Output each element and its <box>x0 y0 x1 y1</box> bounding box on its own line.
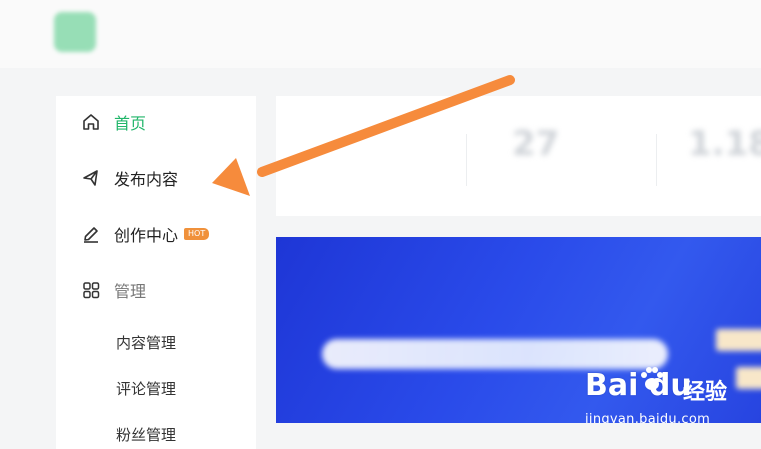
sidebar-item-publish[interactable]: 发布内容 <box>80 164 178 192</box>
sidebar-item-label: 管理 <box>114 282 147 301</box>
pen-icon <box>80 223 102 245</box>
stat-divider <box>466 134 467 186</box>
hot-badge: HOT <box>184 228 210 240</box>
sidebar-item-home[interactable]: 首页 <box>80 108 146 136</box>
sidebar-item-label: 创作中心 <box>114 226 179 245</box>
logo[interactable] <box>54 12 96 52</box>
sidebar-item-label: 首页 <box>114 114 147 133</box>
sidebar: 首页 发布内容 创作中心 HOT 管理 内容管理 评论管理 粉丝管理 <box>56 96 256 449</box>
home-icon <box>80 111 102 133</box>
banner-subtitle-pill <box>322 339 668 369</box>
promo-banner[interactable]: Bai du 经验 jingyan.baidu.com <box>276 237 761 423</box>
stat-divider <box>656 134 657 186</box>
stat-value: 1.18 <box>688 124 761 164</box>
sidebar-subitem-content-manage[interactable]: 内容管理 <box>116 332 176 353</box>
sidebar-item-label: 发布内容 <box>114 170 179 189</box>
grid-icon <box>80 279 102 301</box>
paw-icon <box>641 367 663 390</box>
baidu-jingyan-watermark: Bai du 经验 jingyan.baidu.com <box>585 367 755 423</box>
stat-value: 27 <box>512 124 560 164</box>
stat-card: 27 <box>512 124 559 170</box>
top-bar <box>0 0 761 68</box>
stats-panel: 27 1.18 <box>276 96 761 216</box>
watermark-brand-cn: 经验 <box>683 380 728 405</box>
sidebar-item-manage[interactable]: 管理 <box>80 276 146 304</box>
banner-button[interactable] <box>716 329 761 351</box>
sidebar-subitem-comment-manage[interactable]: 评论管理 <box>116 378 176 399</box>
sidebar-item-creation-center[interactable]: 创作中心 HOT <box>80 220 210 248</box>
send-icon <box>80 167 102 189</box>
sidebar-subitem-fans-manage[interactable]: 粉丝管理 <box>116 424 176 445</box>
stat-card: 1.18 <box>688 124 761 170</box>
watermark-url: jingyan.baidu.com <box>585 412 711 423</box>
